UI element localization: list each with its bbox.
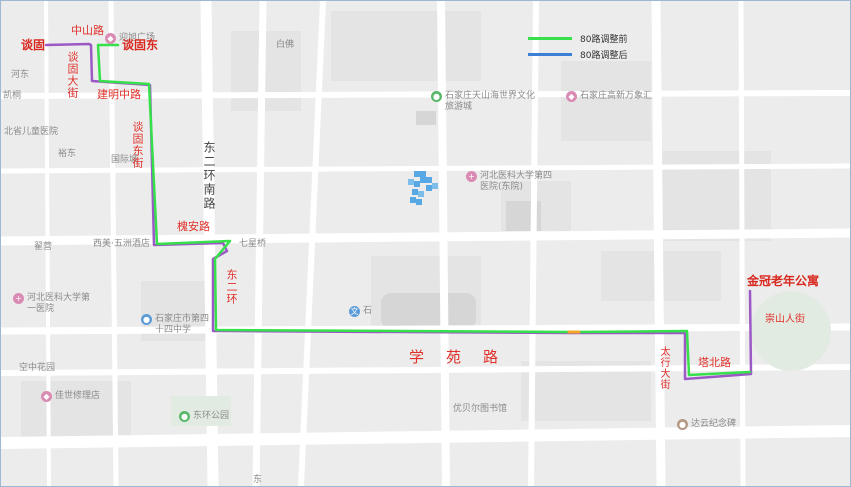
street-label-dongshan: 崇山人街 <box>765 314 805 325</box>
stop-label-tangudong: 谈固东 <box>122 38 159 52</box>
shopping-icon: ◆ <box>105 33 116 44</box>
street-label-tangu-dajie: 谈固大街 <box>66 51 79 99</box>
park-icon: ● <box>431 91 442 102</box>
place-label: 北省儿童医院 <box>4 127 59 137</box>
place-label: 河东 <box>11 70 30 80</box>
legend-before-swatch <box>528 37 572 40</box>
poi-marker[interactable]: ◆ 石家庄高新万象汇 <box>566 91 652 102</box>
legend-before: 80路调整前 <box>528 32 627 45</box>
school-icon: ● <box>141 314 152 325</box>
legend-after: 80路调整后 <box>528 48 627 61</box>
street-label-tangu-dongjie: 谈固东街 <box>131 121 144 169</box>
shopping-icon: ◆ <box>41 391 52 402</box>
poi-marker[interactable]: ● 达云纪念碑 <box>677 419 736 430</box>
poi-marker[interactable]: 文 石 <box>349 306 372 317</box>
park-icon: ● <box>179 411 190 422</box>
street-label-huaian: 槐安路 <box>177 220 210 233</box>
stop-label-jinguan: 金冠老年公寓 <box>747 274 820 288</box>
street-label-zhongshan: 中山路 <box>71 24 104 37</box>
hospital-icon: + <box>466 171 477 182</box>
poi-marker[interactable]: ● 东环公园 <box>179 411 229 422</box>
street-label-jianming: 建明中路 <box>97 88 141 101</box>
legend-after-swatch <box>528 53 572 56</box>
poi-marker[interactable]: + 河北医科大学第四医院(东院) <box>466 171 560 193</box>
poi-marker[interactable]: ● 石家庄天山海世界文化旅游城 <box>431 91 535 113</box>
place-label: 东 <box>253 475 263 485</box>
road-label-xueyuan: 学苑路 <box>409 348 521 366</box>
street-label-tabei: 塔北路 <box>698 356 731 369</box>
poi-marker[interactable]: + 河北医科大学第一医院 <box>13 293 97 315</box>
road-label-dongerhuan-nan: 东二环南路 <box>202 141 216 211</box>
poi-marker[interactable]: ◆ 佳世修理店 <box>41 391 100 402</box>
poi-marker[interactable]: ● 石家庄市第四十四中学 <box>141 314 217 336</box>
school-icon: 文 <box>349 306 360 317</box>
place-label: 翟营 <box>34 242 53 252</box>
hospital-icon: + <box>13 293 24 304</box>
map-legend: 80路调整前 80路调整后 <box>528 30 678 64</box>
place-label: 白佛 <box>276 40 295 50</box>
pixelated-marker-icon <box>406 171 440 205</box>
map-canvas[interactable]: 80路调整前 80路调整后 白佛 河东 凯桐 北省儿童医院 裕东 国际城 西美·… <box>0 0 851 487</box>
place-label: 裕东 <box>58 149 77 159</box>
place-label: 空中花园 <box>19 363 56 373</box>
legend-before-label: 80路调整前 <box>580 35 628 45</box>
shopping-icon: ◆ <box>566 91 577 102</box>
street-label-taihang: 太行大街 <box>658 346 669 390</box>
stop-label-tangu: 谈固 <box>21 38 46 52</box>
place-label: 凯桐 <box>3 91 22 101</box>
legend-after-label: 80路调整后 <box>580 51 628 61</box>
place-label: 七星桥 <box>239 239 267 249</box>
monument-icon: ● <box>677 419 688 430</box>
street-label-dongerhuan: 东二环 <box>225 269 238 305</box>
place-label: 西美·五洲酒店 <box>93 239 150 249</box>
place-label: 优贝尔图书馆 <box>453 404 508 414</box>
